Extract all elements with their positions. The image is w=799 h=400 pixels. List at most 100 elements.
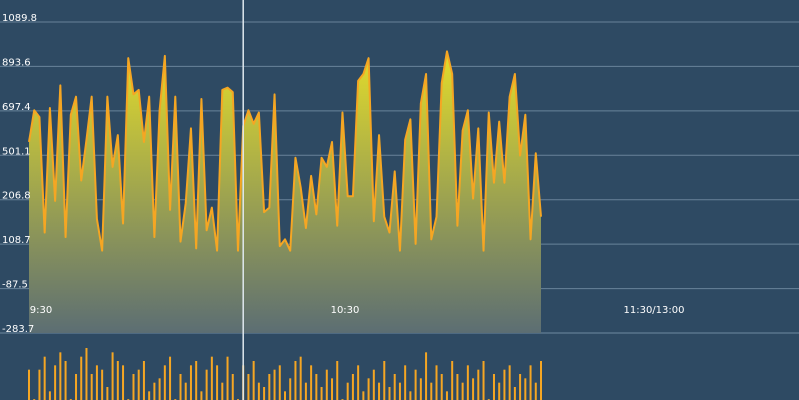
volume-bar <box>472 378 475 400</box>
y-tick-label: -87.5 <box>2 280 28 291</box>
volume-bar <box>503 369 506 400</box>
volume-bar <box>414 369 417 400</box>
volume-bar <box>137 369 140 400</box>
volume-bar <box>440 374 443 400</box>
volume-bar <box>90 374 93 400</box>
volume-bar <box>346 382 349 400</box>
volume-bar <box>263 387 266 400</box>
volume-bar <box>289 378 292 400</box>
volume-bar <box>226 356 229 400</box>
volume-bar <box>513 387 516 400</box>
volume-bar <box>252 361 255 400</box>
x-tick-label: 10:30 <box>331 305 360 316</box>
volume-bar <box>331 378 334 400</box>
volume-bar <box>383 361 386 400</box>
y-tick-label: -283.7 <box>2 324 34 335</box>
y-tick-label: 108.7 <box>2 235 31 246</box>
volume-bar <box>425 352 428 400</box>
volume-bar <box>372 369 375 400</box>
volume-bar <box>534 382 537 400</box>
y-tick-label: 206.8 <box>2 191 31 202</box>
volume-bar <box>247 374 250 400</box>
volume-bar <box>325 369 328 400</box>
volume-bar <box>461 382 464 400</box>
volume-bar <box>294 361 297 400</box>
y-tick-label: 1089.8 <box>2 13 37 24</box>
volume-bar <box>320 387 323 400</box>
x-tick-label: 9:30 <box>30 305 52 316</box>
volume-bar <box>43 356 46 400</box>
volume-bar <box>378 382 381 400</box>
y-tick-label: 501.1 <box>2 146 31 157</box>
volume-bar <box>398 382 401 400</box>
volume-bar <box>210 356 213 400</box>
volume-bar <box>38 369 41 400</box>
volume-bar <box>466 365 469 400</box>
volume-bar <box>456 374 459 400</box>
y-tick-label: 893.6 <box>2 57 31 68</box>
area-layer <box>28 50 542 333</box>
volume-bar <box>153 382 156 400</box>
x-tick-label: 11:30/13:00 <box>623 305 684 316</box>
volume-bar <box>163 365 166 400</box>
volume-bar <box>284 391 286 400</box>
volume-bar <box>75 374 78 400</box>
volume-bar <box>205 369 208 400</box>
volume-bar <box>336 361 339 400</box>
volume-bar <box>435 365 438 400</box>
volume-bar <box>482 361 485 400</box>
volume-bar <box>132 374 135 400</box>
volume-bar <box>315 374 318 400</box>
y-tick-label: 697.4 <box>2 102 31 113</box>
volume-bar <box>524 378 527 400</box>
volume-bar <box>216 365 219 400</box>
volume-bar <box>54 365 57 400</box>
volume-bar <box>393 374 396 400</box>
volume-bar <box>388 387 391 400</box>
intraday-chart[interactable]: 1089.8 893.6 697.4 501.1 206.8 108.7 -87.5 -283… <box>0 0 799 400</box>
volume-bar <box>148 391 151 400</box>
volume-bar <box>169 356 172 400</box>
volume-bar <box>404 365 407 400</box>
volume-bar <box>492 374 495 400</box>
price-area <box>29 51 541 333</box>
volume-bar <box>273 369 276 400</box>
volume-bar <box>278 365 281 400</box>
volume-bar <box>310 365 313 400</box>
volume-bar <box>351 374 354 400</box>
volume-bar <box>106 387 109 400</box>
volume-bar <box>85 348 88 400</box>
volume-bar <box>451 361 454 400</box>
chart-svg[interactable]: 1089.8 893.6 697.4 501.1 206.8 108.7 -87.5 -283… <box>0 0 799 400</box>
volume-bar <box>28 369 30 400</box>
volume-bar <box>508 365 511 400</box>
volume-bar <box>257 382 260 400</box>
volume-bar <box>101 369 104 400</box>
volume-bar <box>111 352 114 400</box>
volume-bar <box>529 365 532 400</box>
volume-bar <box>189 365 192 400</box>
volume-bar <box>498 382 501 400</box>
volume-bar <box>409 391 412 400</box>
volume-bar <box>200 391 203 400</box>
volume-layer <box>28 348 542 400</box>
volume-bar <box>519 374 522 400</box>
volume-bar <box>304 382 307 400</box>
volume-bar <box>419 378 422 400</box>
volume-bar <box>362 391 365 400</box>
volume-bar <box>179 374 182 400</box>
volume-bar <box>122 365 125 400</box>
volume-bar <box>184 382 187 400</box>
volume-bar <box>80 356 83 400</box>
volume-bar <box>95 365 98 400</box>
volume-bar <box>158 378 161 400</box>
volume-bar <box>540 361 542 400</box>
volume-bar <box>48 391 51 400</box>
volume-bar <box>59 352 62 400</box>
volume-bar <box>221 382 224 400</box>
volume-bar <box>477 369 480 400</box>
volume-bar <box>367 378 370 400</box>
volume-bar <box>64 361 67 400</box>
volume-bar <box>299 356 302 400</box>
volume-bar <box>430 382 433 400</box>
